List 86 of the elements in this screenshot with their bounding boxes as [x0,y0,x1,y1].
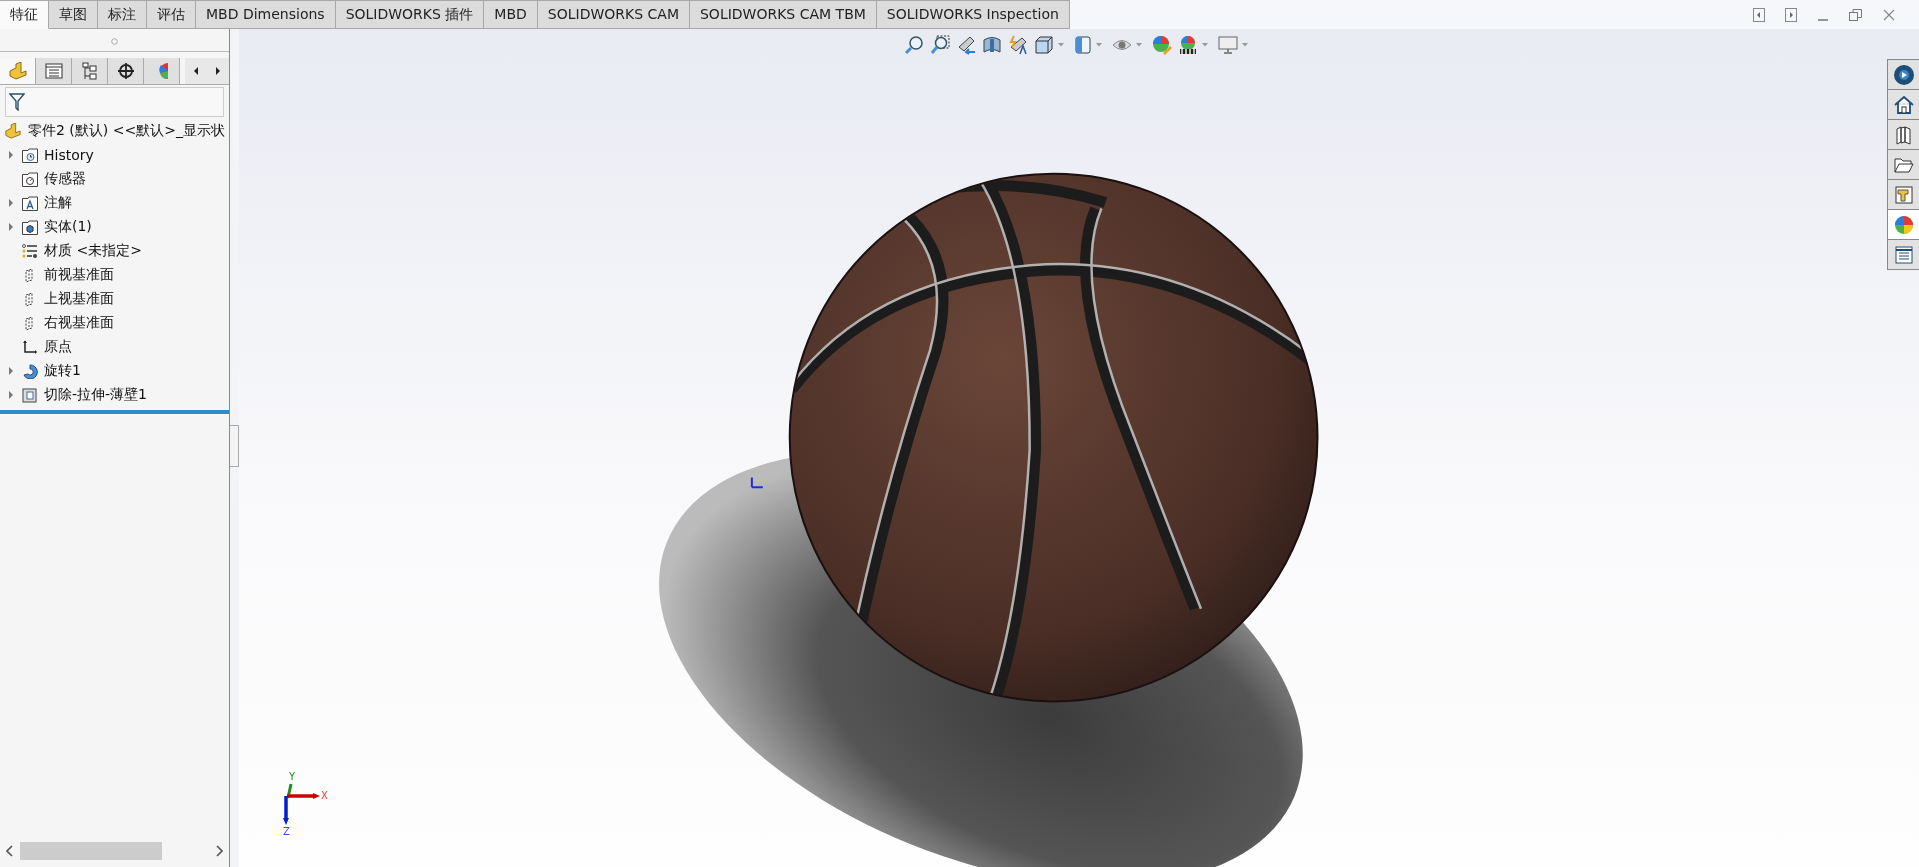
dropdown-caret-icon[interactable] [1242,43,1248,47]
dropdown-caret-icon[interactable] [1136,43,1142,47]
expand-arrow-icon[interactable] [8,223,14,231]
color-ball-checker-icon[interactable] [1178,35,1198,55]
manager-tab[interactable] [108,58,144,84]
scrollbar-thumb[interactable] [20,842,162,860]
revolve-icon [22,363,38,379]
command-tab[interactable]: 标注 [98,0,147,29]
gauge-folder-icon [22,171,38,187]
binoculars-icon[interactable] [956,35,976,55]
cube-folder-icon [22,219,38,235]
task-pane-tab[interactable] [1888,150,1919,180]
origin-axes-icon [750,476,764,489]
tree-item[interactable]: 上视基准面 [44,290,114,308]
crosshair-icon [116,62,135,80]
task-pane-tab[interactable] [1888,240,1919,269]
tree-item[interactable]: 注解 [44,194,72,212]
zoom-fit-icon[interactable] [904,35,924,55]
books-icon [1894,124,1913,145]
list-icon [44,63,63,79]
restore-icon[interactable] [1849,8,1863,22]
material-icon [22,243,38,259]
close-icon[interactable] [1883,9,1895,21]
axis-label: Z [283,826,290,837]
task-pane-tab[interactable] [1888,210,1919,240]
tree-item[interactable]: 切除-拉伸-薄壁1 [44,386,147,404]
list-icon [1894,245,1913,264]
expand-arrow-icon[interactable] [8,151,14,159]
command-tab[interactable]: SOLIDWORKS CAM TBM [690,0,877,29]
tree-item[interactable]: 原点 [44,338,72,356]
cut-extrude-icon [22,387,38,403]
hierarchy-icon [81,62,98,80]
task-pane-tab[interactable] [1888,90,1919,120]
cube-icon[interactable] [1034,35,1054,55]
scroll-right-icon[interactable] [215,845,223,857]
tree-item[interactable]: 右视基准面 [44,314,114,332]
color-ball-pencil-icon[interactable] [1152,35,1172,55]
tree-item[interactable]: 旋转1 [44,362,81,380]
color-ball-icon [1893,214,1914,235]
monitor-icon[interactable] [1218,36,1238,54]
tree-item[interactable]: 材质 <未指定> [44,242,142,260]
dropdown-caret-icon[interactable] [1058,43,1064,47]
tree-item[interactable]: 前视基准面 [44,266,114,284]
eye-icon[interactable] [1112,38,1132,52]
panel-splitter[interactable] [230,425,239,467]
dropdown-caret-icon[interactable] [1096,43,1102,47]
axis-triad-icon [281,782,321,826]
tree-item[interactable]: History [44,147,94,163]
history-folder-icon [22,147,38,163]
folder-icon [1893,156,1914,173]
manager-tab[interactable] [72,58,108,84]
axis-label: X [321,789,328,801]
filter-field[interactable] [5,87,224,117]
command-tab[interactable]: MBD [484,0,538,29]
command-tab[interactable]: 草图 [49,0,98,29]
dock-left-icon[interactable] [1753,8,1765,22]
zoom-area-icon[interactable] [930,35,950,55]
home-icon [1893,94,1914,115]
command-tab[interactable]: SOLIDWORKS Inspection [876,0,1070,29]
grip-dot-icon[interactable] [111,37,118,45]
scroll-right-icon[interactable] [213,66,223,76]
shaded-box-icon[interactable] [1074,35,1092,55]
command-tab[interactable]: 评估 [147,0,196,29]
origin-icon [22,339,38,355]
tree-item[interactable]: 零件2 (默认) <<默认>_显示状 [28,122,225,140]
scroll-left-icon[interactable] [6,845,14,857]
palette-icon [1894,185,1913,204]
expand-arrow-icon[interactable] [8,199,14,207]
part-icon [7,62,28,80]
command-tab[interactable]: SOLIDWORKS CAM [537,0,690,29]
section-view-icon[interactable] [982,35,1002,55]
filter-icon [9,93,25,111]
command-tab[interactable]: SOLIDWORKS 插件 [335,0,485,29]
dropdown-caret-icon[interactable] [1202,43,1208,47]
expand-arrow-icon[interactable] [8,391,14,399]
dock-right-icon[interactable] [1785,8,1797,22]
command-tab[interactable]: MBD Dimensions [196,0,336,29]
task-pane-tab[interactable] [1888,120,1919,150]
task-pane-tab[interactable] [1888,60,1919,90]
tree-item[interactable]: 实体(1) [44,218,92,236]
tree-item[interactable]: 传感器 [44,170,86,188]
part-icon [4,123,22,139]
expand-arrow-icon[interactable] [8,367,14,375]
axis-label: Y [289,771,296,782]
command-tab[interactable]: 特征 [0,0,49,29]
annotation-folder-icon [22,195,38,211]
